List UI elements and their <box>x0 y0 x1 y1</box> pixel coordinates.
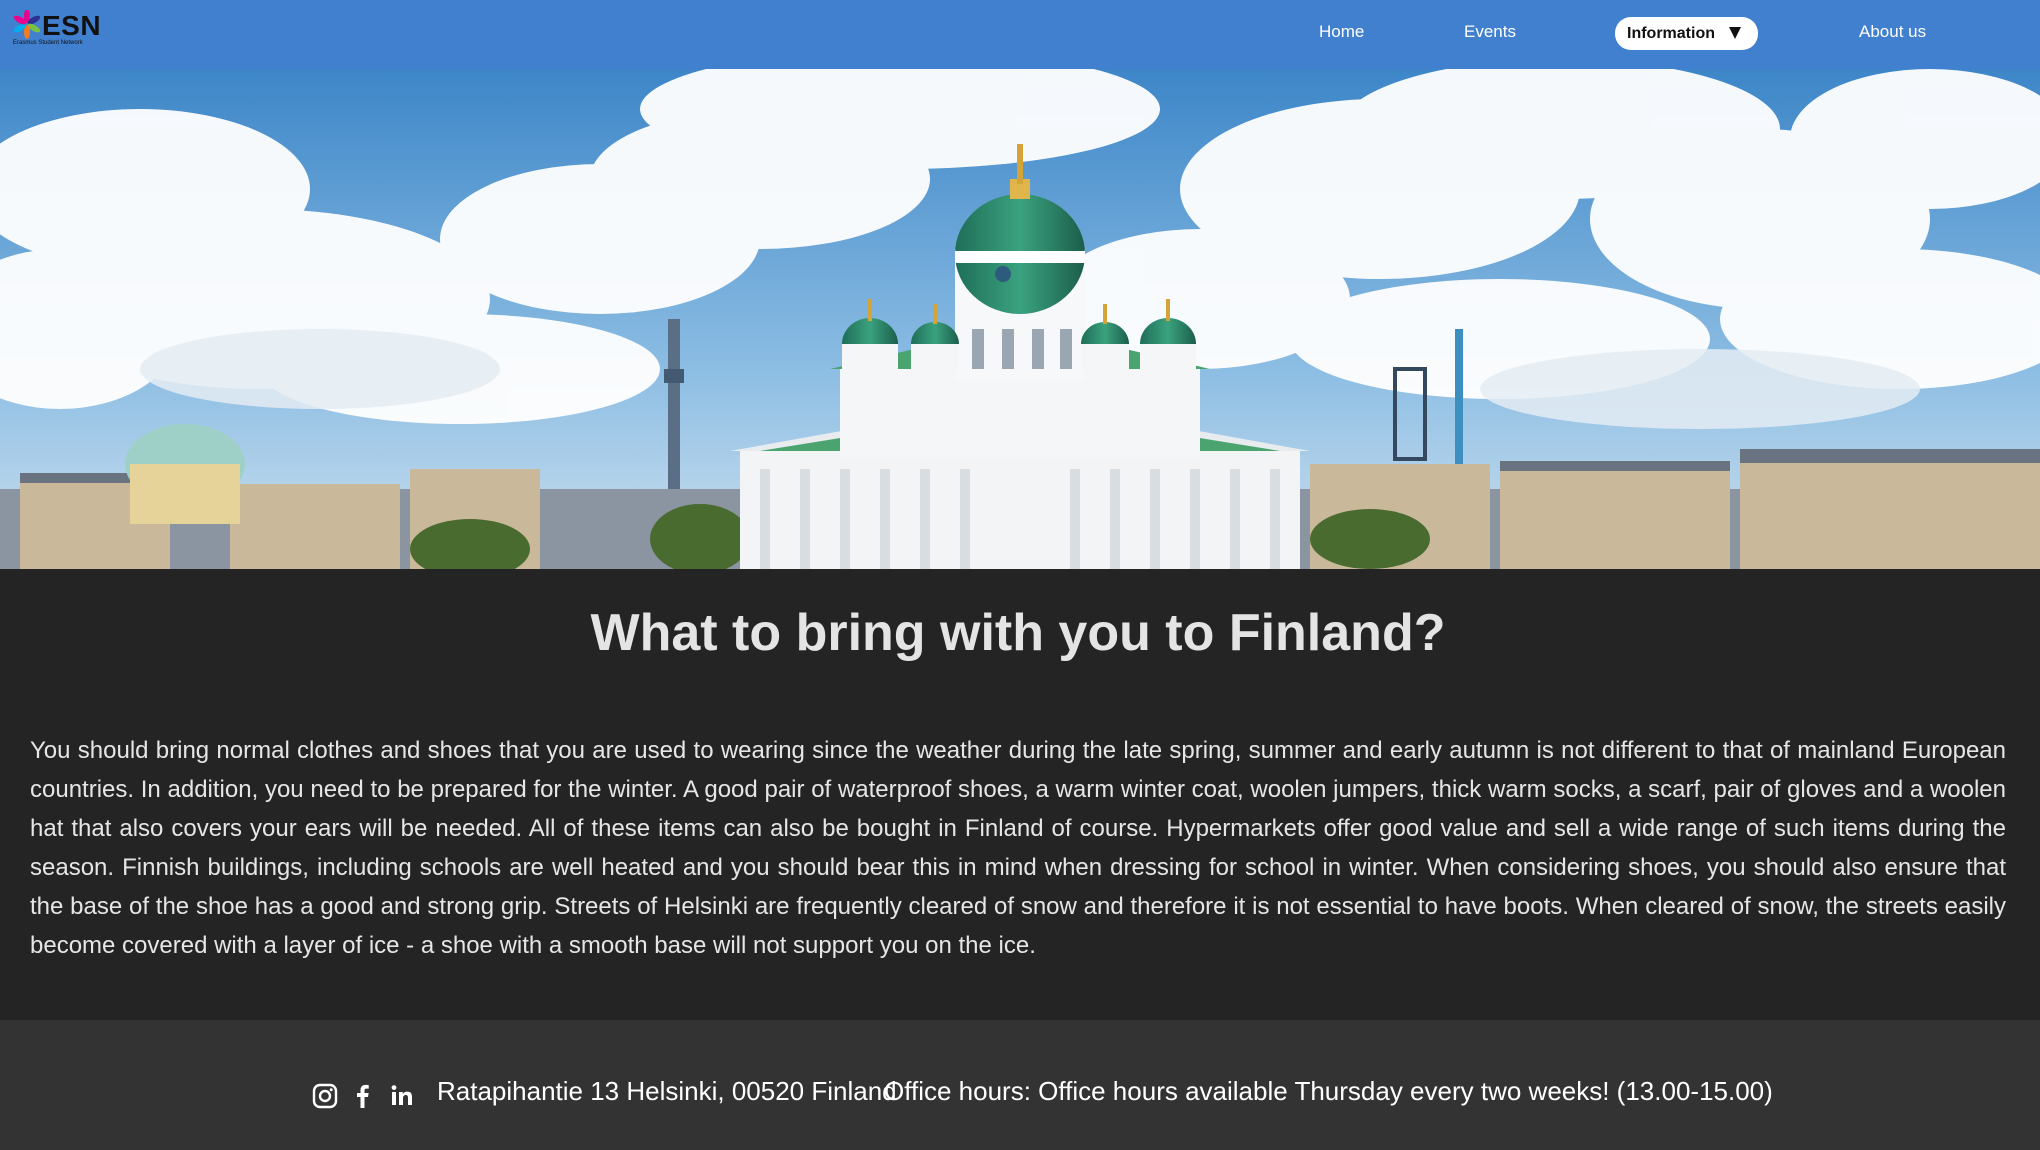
logo-subtitle: Erasmus Student Network <box>13 40 83 46</box>
navbar: ESN Erasmus Student Network Home Events … <box>0 0 2040 69</box>
nav-home[interactable]: Home <box>1319 22 1364 42</box>
footer-office-hours: Office hours: Office hours available Thu… <box>884 1076 1773 1106</box>
nav-about-us[interactable]: About us <box>1859 22 1926 42</box>
triangle-down-icon <box>1729 27 1741 39</box>
footer: Ratapihantie 13 Helsinki, 00520 Finland … <box>0 1020 2040 1150</box>
logo-text: ESN <box>42 10 102 41</box>
footer-address: Ratapihantie 13 Helsinki, 00520 Finland <box>437 1076 897 1106</box>
page-title: What to bring with you to Finland? <box>590 604 1446 662</box>
nav-information-dropdown[interactable]: Information <box>1615 17 1758 50</box>
linkedin-icon[interactable] <box>389 1083 415 1109</box>
helsinki-cathedral-illustration <box>0 69 2040 569</box>
hero-image <box>0 69 2040 569</box>
esn-logo[interactable]: ESN Erasmus Student Network <box>13 10 103 50</box>
nav-information-label: Information <box>1627 25 1715 42</box>
esn-star-icon <box>13 10 41 39</box>
instagram-icon[interactable] <box>312 1083 338 1109</box>
nav-events[interactable]: Events <box>1464 22 1516 42</box>
info-paragraph: You should bring normal clothes and shoe… <box>30 737 2006 959</box>
facebook-icon[interactable] <box>350 1083 376 1109</box>
